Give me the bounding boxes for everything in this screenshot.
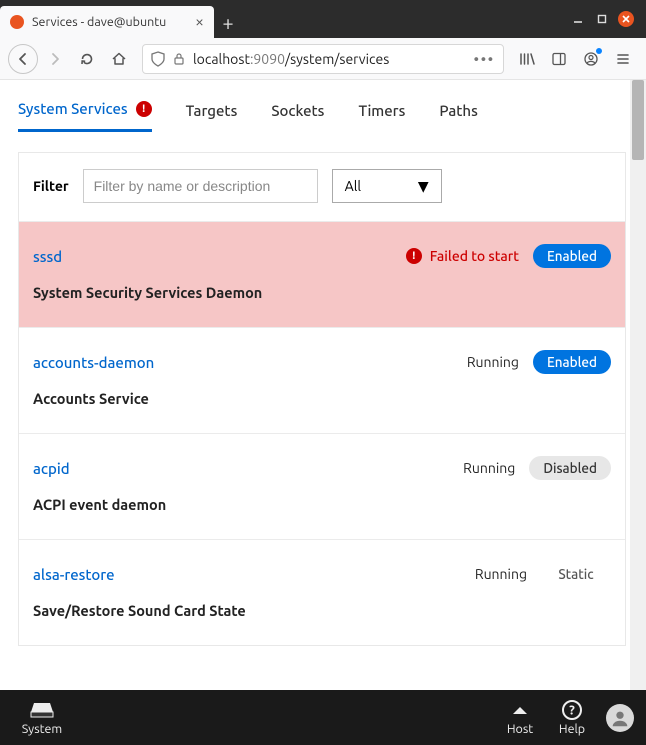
nav-forward-button [40,44,70,74]
service-row[interactable]: alsa-restore Running Static Save/Restore… [19,539,625,645]
url-text: localhost:9090/system/services [193,51,389,67]
url-bar[interactable]: localhost:9090/system/services ••• [142,44,504,74]
service-row[interactable]: acpid Running Disabled ACPI event daemon [19,433,625,539]
new-tab-button[interactable]: + [214,6,242,38]
tab-label: Targets [186,102,238,119]
scrollbar-thumb[interactable] [632,80,644,160]
error-icon: ! [406,248,422,264]
nav-home-button[interactable] [104,44,134,74]
dock-label: Help [559,722,585,736]
service-description: Accounts Service [33,390,611,407]
window-maximize-button[interactable] [590,0,614,38]
window-minimize-button[interactable] [566,0,590,38]
dropdown-value: All [345,178,361,194]
filter-label: Filter [33,178,69,194]
service-description: Save/Restore Sound Card State [33,602,611,619]
tab-label: Paths [439,102,477,119]
lock-icon [173,52,185,66]
tab-favicon [10,15,24,29]
browser-navbar: localhost:9090/system/services ••• [0,38,646,80]
tab-label: System Services [18,100,128,117]
service-badge: Enabled [533,350,611,374]
services-panel: Filter All ▼ sssd ! Failed to start Enab… [18,152,626,646]
tab-targets[interactable]: Targets [186,100,238,132]
nav-reload-button[interactable] [72,44,102,74]
browser-tab[interactable]: Services - dave@ubuntu × [0,6,214,38]
page-tab-strip: System Services ! Targets Sockets Timers… [0,80,646,132]
service-status: ! Failed to start [406,248,519,264]
service-description: System Security Services Daemon [33,284,611,301]
dock-label: Host [507,722,533,736]
window-titlebar: Services - dave@ubuntu × + [0,0,646,38]
dock-host[interactable]: Host [494,699,546,736]
tab-timers[interactable]: Timers [358,100,405,132]
hamburger-menu-icon[interactable] [608,44,638,74]
service-badge: Enabled [533,244,611,268]
close-tab-icon[interactable]: × [195,14,204,30]
shield-icon [151,51,165,67]
dock-system[interactable]: System [16,699,68,736]
service-status: Running [467,354,519,370]
chevron-up-icon [511,699,529,721]
service-name-link[interactable]: sssd [33,248,62,265]
window-close-button[interactable] [614,0,638,38]
service-row[interactable]: accounts-daemon Running Enabled Accounts… [19,327,625,433]
service-badge: Static [541,562,611,586]
url-actions-icon[interactable]: ••• [474,51,495,67]
service-badge: Disabled [529,456,611,480]
chevron-down-icon: ▼ [418,178,429,195]
disk-icon [30,699,54,721]
filter-dropdown[interactable]: All ▼ [332,169,442,203]
tab-label: Timers [358,102,405,119]
service-name-link[interactable]: acpid [33,460,70,477]
warning-icon: ! [136,101,152,117]
scrollbar-track[interactable] [630,80,646,690]
tab-sockets[interactable]: Sockets [271,100,324,132]
tab-title: Services - dave@ubuntu [32,15,187,29]
library-icon[interactable] [512,44,542,74]
account-notification-dot [596,48,602,54]
svg-text:?: ? [569,704,575,718]
user-avatar[interactable] [606,704,634,732]
tab-paths[interactable]: Paths [439,100,477,132]
service-description: ACPI event daemon [33,496,611,513]
account-icon[interactable] [576,44,606,74]
tab-system-services[interactable]: System Services ! [18,100,152,132]
tab-label: Sockets [271,102,324,119]
bottom-dock: System Host ? Help [0,690,646,745]
nav-back-button[interactable] [8,44,38,74]
service-status: Running [475,566,527,582]
service-row[interactable]: sssd ! Failed to start Enabled System Se… [19,221,625,327]
filter-row: Filter All ▼ [19,153,625,221]
service-name-link[interactable]: alsa-restore [33,566,115,583]
dock-help[interactable]: ? Help [546,699,598,736]
help-icon: ? [561,699,583,721]
person-icon [609,707,631,729]
sidebar-icon[interactable] [544,44,574,74]
service-status: Running [463,460,515,476]
filter-input[interactable] [83,169,318,203]
service-name-link[interactable]: accounts-daemon [33,354,154,371]
dock-label: System [22,722,62,736]
page-content: System Services ! Targets Sockets Timers… [0,80,646,690]
